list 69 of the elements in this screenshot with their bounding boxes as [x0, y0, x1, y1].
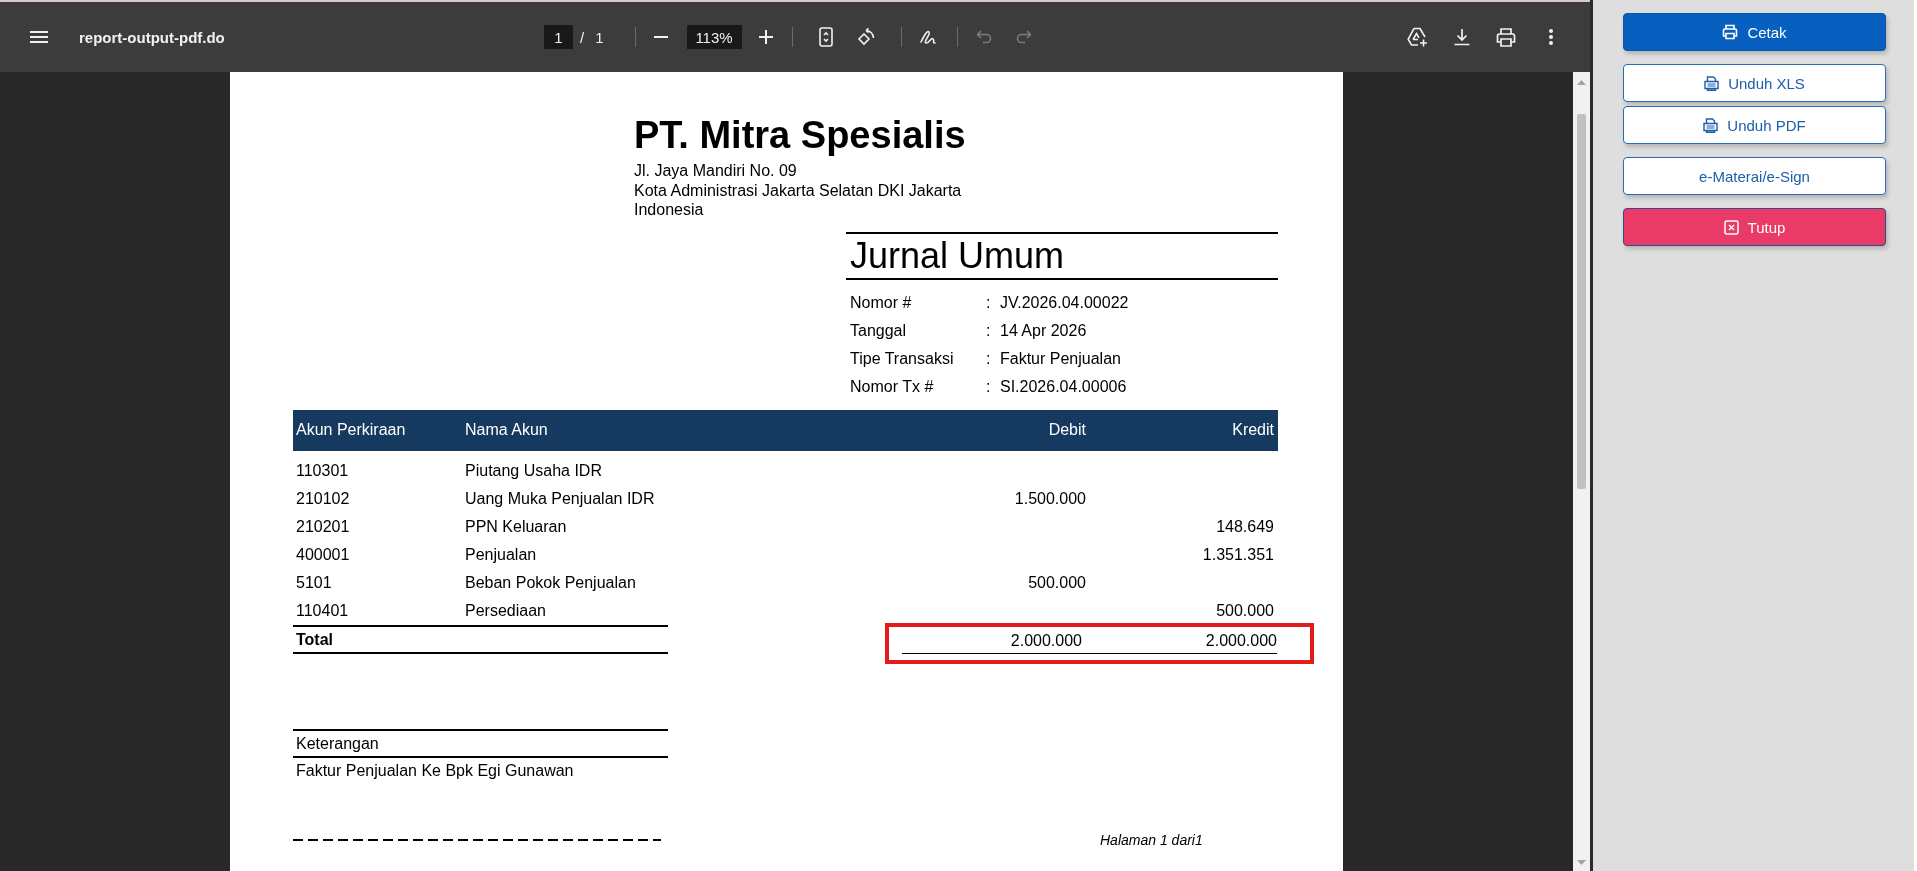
table-cell: PPN Keluaran: [465, 517, 567, 535]
esign-button[interactable]: e-Materai/e-Sign: [1623, 157, 1886, 195]
print-button[interactable]: Cetak: [1623, 13, 1886, 51]
printer-icon: [1703, 117, 1719, 133]
zoom-field[interactable]: 113%: [686, 25, 742, 49]
table-cell: Persediaan: [465, 601, 546, 619]
table-cell: 110401: [296, 601, 349, 619]
info-value: 14 Apr 2026: [1000, 321, 1088, 341]
info-value: Faktur Penjualan: [1000, 349, 1122, 369]
table-cell: Piutang Usaha IDR: [465, 461, 602, 479]
xls-button[interactable]: Unduh XLS: [1623, 64, 1886, 102]
info-label: Nomor Tx #: [850, 377, 935, 397]
page-footer: Halaman 1 dari1: [1100, 831, 1203, 848]
rotate-icon[interactable]: [855, 27, 876, 47]
print-icon[interactable]: [1496, 27, 1516, 47]
table-cell: 210201: [296, 517, 350, 535]
pdf-button[interactable]: Unduh PDF: [1623, 106, 1886, 144]
document-title: report-output-pdf.do: [79, 28, 225, 46]
table-cell: Penjualan: [465, 545, 537, 563]
notes-label: Keterangan: [295, 733, 380, 754]
info-value: JV.2026.04.00022: [1000, 293, 1130, 313]
zoom-in-icon[interactable]: [758, 30, 773, 44]
more-icon[interactable]: [1549, 29, 1553, 45]
info-label: Tipe Transaksi: [850, 349, 955, 369]
info-value: SI.2026.04.00006: [1000, 377, 1128, 397]
menu-icon[interactable]: [30, 31, 48, 43]
table-cell: Uang Muka Penjualan IDR: [465, 489, 655, 507]
scrollbar[interactable]: [1573, 72, 1590, 871]
column-header: Nama Akun: [465, 421, 548, 438]
column-header: Kredit: [1232, 421, 1274, 438]
table-cell: 500.000: [1216, 601, 1274, 619]
column-header: Debit: [1048, 421, 1086, 438]
column-header: Akun Perkiraan: [296, 421, 406, 438]
table-cell: 148.649: [1216, 517, 1274, 535]
page-count: 1: [595, 28, 604, 46]
draw-icon[interactable]: [918, 28, 937, 46]
table-cell: 110301: [296, 461, 349, 479]
info-separator: :: [986, 293, 992, 313]
company-name: PT. Mitra Spesialis: [634, 113, 967, 157]
printer-icon: [1704, 75, 1720, 91]
info-label: Tanggal: [850, 321, 908, 341]
table-cell: Beban Pokok Penjualan: [465, 573, 636, 591]
table-cell: 1.351.351: [1202, 545, 1274, 563]
printer-icon: [1722, 24, 1739, 40]
close-icon: [1723, 219, 1739, 235]
info-separator: :: [986, 349, 992, 369]
close-button[interactable]: Tutup: [1623, 208, 1886, 246]
notes-text: Faktur Penjualan Ke Bpk Egi Gunawan: [295, 760, 575, 781]
fit-page-icon[interactable]: [818, 27, 833, 47]
table-cell: 5101: [296, 573, 332, 591]
total-label: Total: [293, 624, 668, 654]
info-label: Nomor #: [850, 293, 913, 313]
scrollbar-thumb[interactable]: [1577, 114, 1586, 489]
address-line: Jl. Jaya Mandiri No. 09: [634, 161, 798, 181]
table-cell: 500.000: [1028, 573, 1086, 591]
total-debit: 2.000.000: [1010, 631, 1082, 649]
address-line: Kota Administrasi Jakarta Selatan DKI Jakarta: [634, 180, 963, 200]
page-number-field[interactable]: 1: [544, 25, 573, 49]
table-cell: 400001: [296, 545, 350, 563]
report-title: Jurnal Umum: [849, 233, 1066, 278]
page-separator: /: [580, 28, 585, 46]
info-separator: :: [986, 321, 992, 341]
table-cell: 210102: [296, 489, 350, 507]
download-icon[interactable]: [1453, 28, 1471, 46]
info-separator: :: [986, 377, 992, 397]
table-cell: 1.500.000: [1014, 489, 1086, 507]
drive-add-icon[interactable]: [1407, 27, 1429, 47]
total-credit: 2.000.000: [1205, 631, 1277, 649]
address-line: Indonesia: [634, 200, 705, 220]
